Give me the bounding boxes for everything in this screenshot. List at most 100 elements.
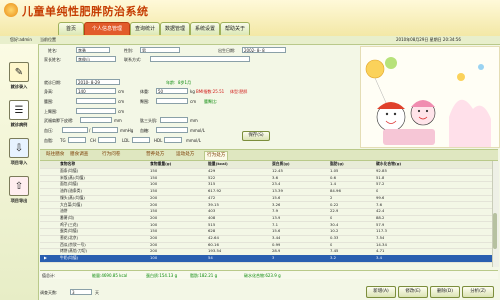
birth-date-input[interactable]: 2002- 8- 8 <box>242 47 286 53</box>
skinfold-input[interactable] <box>80 117 112 123</box>
table-cell: 42.4 <box>376 208 385 214</box>
gender-label: 性别: <box>124 48 134 53</box>
hdl-input[interactable] <box>164 137 182 143</box>
survey-days-input[interactable]: 3 <box>70 289 92 295</box>
weight-unit: kg <box>190 89 195 94</box>
table-cell: 200 <box>150 235 158 240</box>
delete-button[interactable]: 删除(D) <box>430 286 460 298</box>
subtab-nutrition-prescription[interactable]: 营养处方 <box>144 151 166 159</box>
name-label: 姓名: <box>48 48 58 53</box>
age-value: 8岁1月 <box>178 80 192 85</box>
sidebar-item-label: 就诊病例 <box>10 122 28 127</box>
column-header[interactable]: 食物重量(g) <box>150 161 171 168</box>
app-logo-icon <box>4 3 18 17</box>
visit-date-input[interactable]: 2010- 8-29 <box>76 79 120 85</box>
add-button[interactable]: 新增(A) <box>366 286 396 298</box>
balloon-icon <box>385 57 397 69</box>
table-cell: 30.4 <box>330 221 339 227</box>
tab-personal-info[interactable]: 个人信息管理 <box>84 22 130 35</box>
balloon-icon <box>365 59 385 79</box>
table-cell: 200 <box>150 241 158 247</box>
age-label: 年龄: <box>166 80 176 85</box>
arm-input[interactable] <box>76 108 116 114</box>
table-cell: 117.3 <box>376 228 387 234</box>
tab-system-settings[interactable]: 系统设置 <box>190 22 220 35</box>
table-cell: 面条(均值) <box>60 168 79 173</box>
column-header[interactable]: 蛋白质(g) <box>272 161 290 168</box>
ldl-input[interactable] <box>132 137 150 143</box>
contact-input[interactable] <box>150 56 250 62</box>
table-cell: 99.6 <box>376 194 385 200</box>
edit-button[interactable]: 修改(E) <box>398 286 428 298</box>
pencil-icon: ✎ <box>9 62 29 82</box>
table-cell: 馒头(蒸)(均值) <box>60 194 85 200</box>
sidebar-item-import[interactable]: ⇩ 项目导入 <box>4 138 34 172</box>
waist-label: 腰围: <box>44 99 54 104</box>
parent-name-input[interactable]: 李俊山 <box>76 56 116 62</box>
table-cell: 4.71 <box>376 248 385 254</box>
table-cell: 7.1 <box>272 221 279 227</box>
tab-home[interactable]: 首页 <box>58 22 84 35</box>
height-input[interactable]: 140 <box>76 88 116 94</box>
tab-help-about[interactable]: 帮助关于 <box>220 22 250 35</box>
bp-diastolic-input[interactable] <box>92 127 118 133</box>
subtab-exercise-prescription[interactable]: 运动处方 <box>174 151 196 159</box>
triceps-input[interactable] <box>160 117 188 123</box>
subtab-diet-survey[interactable]: 膳食调查 <box>68 151 90 159</box>
waist-input[interactable] <box>76 98 116 104</box>
table-scrollbar-thumb[interactable] <box>493 213 497 249</box>
table-cell: 150 <box>150 228 158 234</box>
record-subtabs: 既往膳食 膳食调查 行为问卷 营养处方 运动处方 行为处方 <box>40 149 498 161</box>
tc-label: CH <box>90 138 96 143</box>
row-indicator-icon: ▶ <box>44 255 47 261</box>
sidebar-item-label: 项目导入 <box>10 160 28 165</box>
weight-input[interactable]: 50 <box>156 88 188 94</box>
table-cell: 23.4 <box>272 181 281 187</box>
subtab-behavior-questionnaire[interactable]: 行为问卷 <box>100 151 122 159</box>
tc-input[interactable] <box>98 137 116 143</box>
table-cell: 3.44 <box>272 235 281 240</box>
sidebar-item-export[interactable]: ⇧ 项目导出 <box>4 176 34 210</box>
waist-unit: cm <box>118 99 125 104</box>
tg-input[interactable] <box>68 137 86 143</box>
subtab-behavior-prescription[interactable]: 行为处方 <box>204 151 229 161</box>
subtab-past-diet[interactable]: 既往膳食 <box>44 151 66 159</box>
sidebar-item-visit-records[interactable]: ☰ 就诊病例 <box>4 100 34 134</box>
table-cell: 193.54 <box>208 248 222 254</box>
gender-select[interactable]: 男 <box>140 47 180 53</box>
table-cell: 14.34 <box>376 241 387 247</box>
glucose-label: 血糖: <box>140 128 150 133</box>
table-cell: 0 <box>376 188 379 194</box>
table-cell: 150 <box>150 174 158 180</box>
analyze-button[interactable]: 分析(Z) <box>462 286 494 298</box>
tab-query-stats[interactable]: 查询统计 <box>130 22 160 35</box>
current-location: 当前位置 <box>40 37 56 42</box>
name-input[interactable]: 李勇 <box>76 47 110 53</box>
table-cell: 51.8 <box>376 174 385 180</box>
save-button[interactable]: 保存(S) <box>242 131 270 141</box>
summary-fat: 脂肪:182.21 g <box>190 273 218 278</box>
sidebar-item-label: 项目导出 <box>10 198 28 203</box>
column-header[interactable]: 能量(kcal) <box>208 161 228 168</box>
body-type-display: 体型:肥胖 <box>230 89 248 94</box>
bp-systolic-input[interactable] <box>62 127 88 133</box>
hip-input[interactable] <box>156 98 188 104</box>
column-header[interactable]: 食物名称 <box>60 161 75 168</box>
table-cell: 番薯(均) <box>60 214 75 220</box>
table-cell: 200 <box>150 201 158 207</box>
summary-label: 值总计: <box>42 273 56 278</box>
table-cell: 3 <box>272 255 275 261</box>
column-header[interactable]: 脂肪(g) <box>330 161 344 168</box>
bp-unit: mmHg <box>120 128 134 133</box>
survey-days-label: 调查天数: <box>40 290 58 295</box>
tab-data-management[interactable]: 数据管理 <box>160 22 190 35</box>
table-cell: 13.9 <box>272 214 281 220</box>
column-header[interactable]: 碳水化合物(g) <box>376 161 401 168</box>
glucose-input[interactable] <box>156 127 188 133</box>
analyze-button-label: 分析(Z) <box>470 289 486 294</box>
table-cell: 39.15 <box>208 201 219 207</box>
sidebar-item-visit-entry[interactable]: ✎ 就诊录入 <box>4 62 34 96</box>
skinfold-unit: mm <box>114 118 122 123</box>
weight-label: 体重: <box>140 89 150 94</box>
table-row[interactable]: ▶ 牛奶(均值) 100 54 3 3.2 3.4 <box>40 255 492 263</box>
